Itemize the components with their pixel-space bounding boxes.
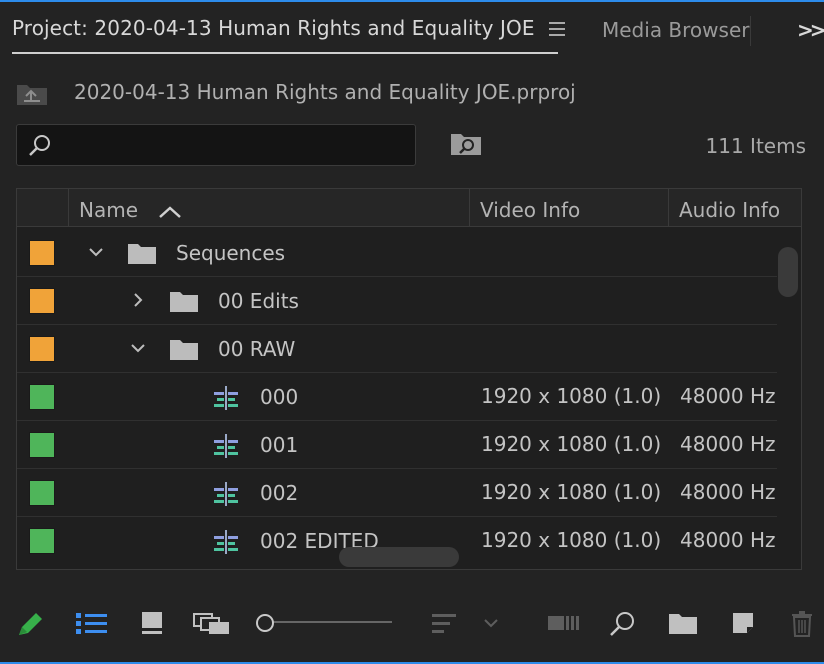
icon-view-icon[interactable] [140, 610, 164, 636]
item-name: Sequences [176, 241, 286, 265]
list-item[interactable]: 00 RAW [17, 325, 777, 373]
sort-icon[interactable] [430, 610, 460, 638]
new-item-icon[interactable] [730, 610, 756, 636]
label-color-swatch[interactable] [29, 432, 55, 458]
sequence-icon [214, 482, 238, 506]
column-header-audio-info[interactable]: Audio Info [668, 189, 801, 227]
column-header-name-label: Name [79, 198, 139, 222]
zoom-slider-track [270, 621, 392, 623]
search-icon [29, 135, 50, 156]
item-name: 00 RAW [218, 337, 296, 361]
up-folder-icon[interactable] [16, 82, 48, 106]
sort-dropdown-icon[interactable] [482, 610, 500, 636]
sequence-icon [214, 434, 238, 458]
list-item[interactable]: 00 Edits [17, 277, 777, 325]
tab-bar: Project: 2020-04-13 Human Rights and Equ… [0, 2, 824, 58]
column-header-name[interactable]: Name [68, 189, 470, 227]
tab-divider [750, 16, 751, 46]
list-header: Name Video Info Audio Info [17, 189, 801, 227]
vertical-scrollbar[interactable] [778, 247, 798, 297]
tab-media-browser[interactable]: Media Browser [602, 18, 749, 42]
item-audio-info: 48000 Hz [680, 528, 776, 552]
label-color-swatch[interactable] [29, 480, 55, 506]
item-name: 00 Edits [218, 289, 299, 313]
label-color-swatch[interactable] [29, 336, 55, 362]
pencil-icon[interactable] [16, 610, 46, 638]
list-item[interactable]: 002 1920 x 1080 (1.0) 48000 Hz [17, 469, 777, 517]
trash-icon[interactable] [790, 610, 814, 638]
project-list: Name Video Info Audio Info Sequences 00 … [16, 188, 802, 570]
label-color-swatch[interactable] [29, 384, 55, 410]
item-video-info: 1920 x 1080 (1.0) [481, 384, 662, 408]
folder-icon [170, 340, 198, 360]
list-item[interactable]: Sequences [17, 229, 777, 277]
panel-toolbar [0, 598, 824, 648]
folder-icon [128, 244, 156, 264]
tab-project-label: Project: 2020-04-13 Human Rights and Equ… [12, 16, 535, 40]
search-input[interactable] [59, 131, 409, 159]
label-color-swatch[interactable] [29, 528, 55, 554]
label-color-swatch[interactable] [29, 288, 55, 314]
tab-overflow-button[interactable]: >> [797, 18, 824, 42]
tab-project[interactable]: Project: 2020-04-13 Human Rights and Equ… [12, 16, 565, 56]
chevron-down-icon[interactable] [87, 243, 105, 261]
chevron-right-icon[interactable] [129, 291, 147, 309]
item-name: 002 [260, 481, 299, 505]
sort-ascending-icon [159, 205, 182, 218]
item-audio-info: 48000 Hz [680, 432, 776, 456]
project-filename: 2020-04-13 Human Rights and Equality JOE… [74, 80, 576, 104]
label-column-header[interactable] [17, 189, 69, 227]
list-item[interactable]: 001 1920 x 1080 (1.0) 48000 Hz [17, 421, 777, 469]
project-panel: Project: 2020-04-13 Human Rights and Equ… [0, 0, 824, 664]
item-audio-info: 48000 Hz [680, 480, 776, 504]
automate-to-sequence-icon[interactable] [546, 610, 580, 636]
label-color-swatch[interactable] [29, 240, 55, 266]
item-video-info: 1920 x 1080 (1.0) [481, 432, 662, 456]
new-bin-icon[interactable] [668, 610, 698, 636]
panel-menu-icon[interactable] [548, 22, 565, 36]
item-audio-info: 48000 Hz [680, 384, 776, 408]
list-item[interactable]: 000 1920 x 1080 (1.0) 48000 Hz [17, 373, 777, 421]
item-count: 111 Items [705, 134, 806, 158]
find-icon[interactable] [608, 610, 638, 638]
sequence-icon [214, 386, 238, 410]
item-name: 000 [260, 385, 299, 409]
zoom-slider[interactable] [256, 612, 394, 632]
column-header-video-info[interactable]: Video Info [469, 189, 669, 227]
folder-icon [170, 292, 198, 312]
search-field[interactable] [16, 124, 416, 166]
chevron-down-icon[interactable] [129, 339, 147, 357]
item-video-info: 1920 x 1080 (1.0) [481, 480, 662, 504]
horizontal-scrollbar[interactable] [339, 547, 459, 567]
new-search-bin-icon[interactable] [450, 132, 482, 156]
freeform-view-icon[interactable] [192, 610, 232, 636]
zoom-slider-knob[interactable] [256, 614, 274, 632]
item-video-info: 1920 x 1080 (1.0) [481, 528, 662, 552]
item-name: 001 [260, 433, 299, 457]
list-view-icon[interactable] [76, 610, 108, 636]
sequence-icon [214, 530, 238, 554]
active-tab-indicator [12, 52, 558, 54]
